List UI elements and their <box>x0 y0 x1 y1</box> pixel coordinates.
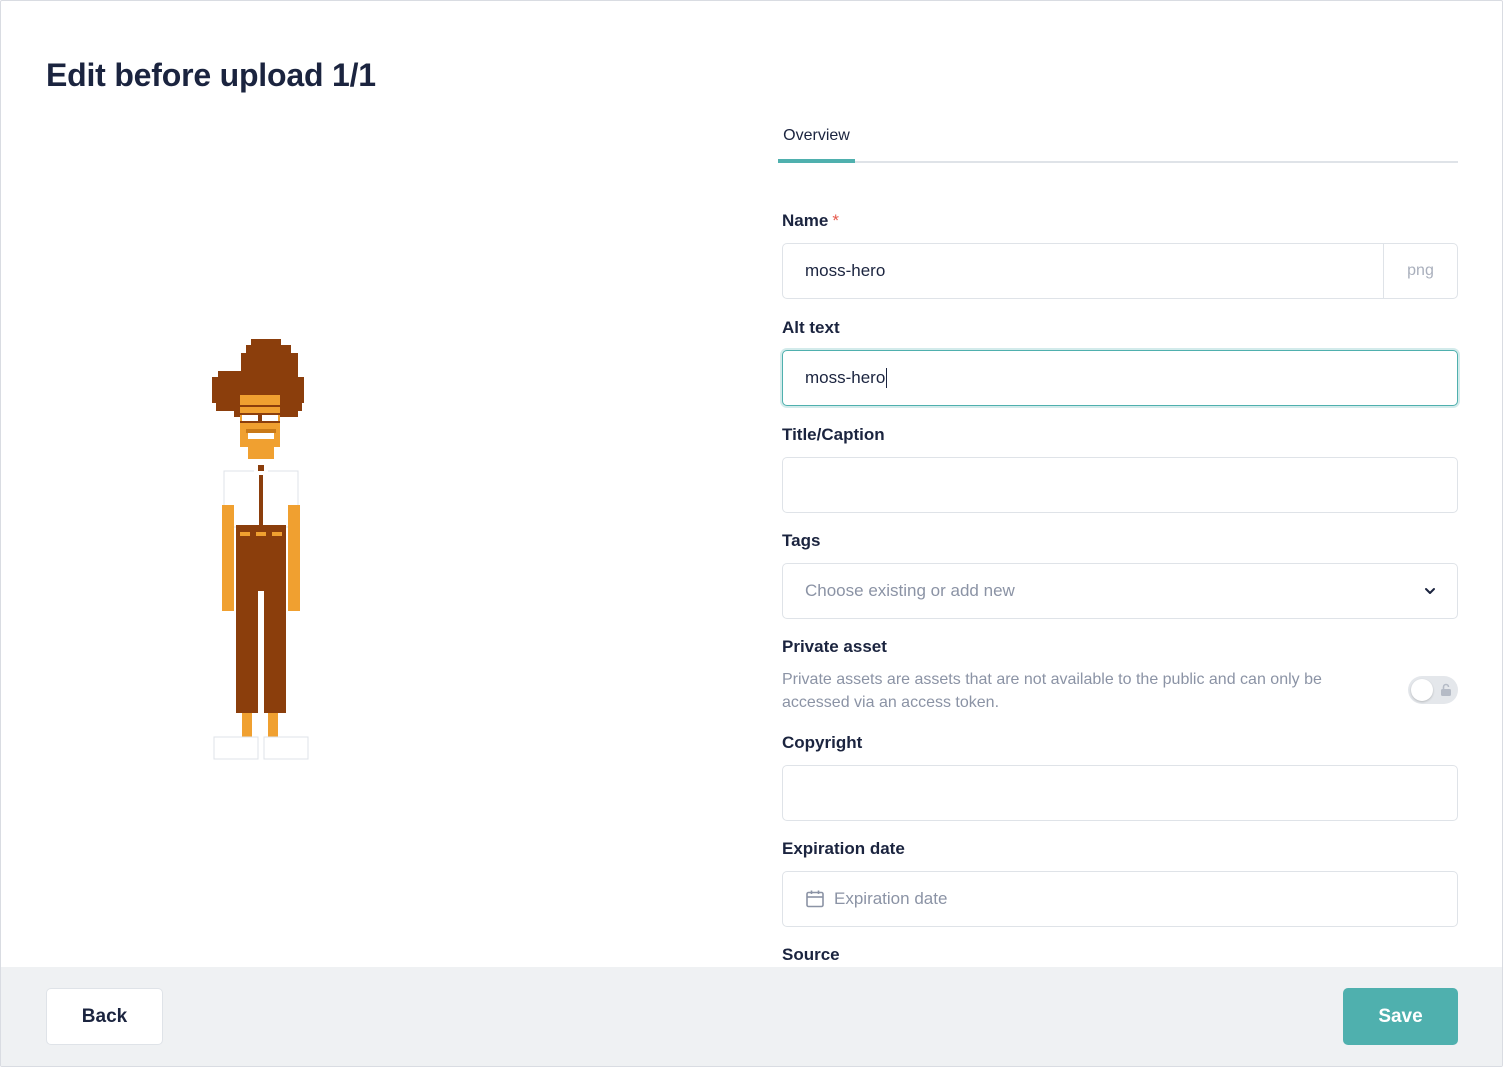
name-input[interactable]: moss-hero png <box>782 243 1458 299</box>
alt-text-input-value: moss-hero <box>805 368 886 387</box>
save-button[interactable]: Save <box>1343 988 1458 1045</box>
expiration-date-input[interactable]: Expiration date <box>782 871 1458 927</box>
tags-label: Tags <box>782 531 821 550</box>
source-label: Source <box>782 945 840 964</box>
calendar-icon <box>806 890 824 908</box>
tab-bar: Overview <box>778 121 1458 163</box>
file-extension-suffix: png <box>1383 244 1457 298</box>
unlock-icon <box>1441 683 1451 696</box>
title-caption-input[interactable] <box>782 457 1458 513</box>
tags-placeholder: Choose existing or add new <box>805 581 1015 600</box>
asset-preview-image <box>212 339 309 760</box>
text-cursor <box>886 368 888 388</box>
name-input-value: moss-hero <box>805 261 886 280</box>
private-asset-toggle[interactable] <box>1408 676 1458 704</box>
toggle-knob <box>1411 679 1433 701</box>
copyright-input[interactable] <box>782 765 1458 821</box>
tags-select[interactable]: Choose existing or add new <box>782 563 1458 619</box>
back-button[interactable]: Back <box>46 988 163 1045</box>
dialog-footer: Back Save <box>1 967 1502 1066</box>
expiration-date-label: Expiration date <box>782 839 905 858</box>
required-mark: * <box>832 211 839 230</box>
upload-dialog: Edit before upload 1/1 Overview Name * m… <box>0 0 1503 1067</box>
page-title: Edit before upload 1/1 <box>46 57 376 93</box>
alt-text-input[interactable]: moss-hero <box>782 350 1458 406</box>
private-asset-label: Private asset <box>782 637 887 656</box>
chevron-down-icon <box>1425 588 1435 594</box>
private-asset-description: Private assets are assets that are not a… <box>782 671 1322 711</box>
expiration-date-placeholder: Expiration date <box>834 889 948 908</box>
alt-text-label: Alt text <box>782 318 840 337</box>
name-label: Name * <box>782 211 839 231</box>
name-label-text: Name <box>782 211 829 230</box>
title-caption-label: Title/Caption <box>782 425 885 444</box>
tab-overview[interactable]: Overview <box>778 121 855 163</box>
copyright-label: Copyright <box>782 733 863 752</box>
